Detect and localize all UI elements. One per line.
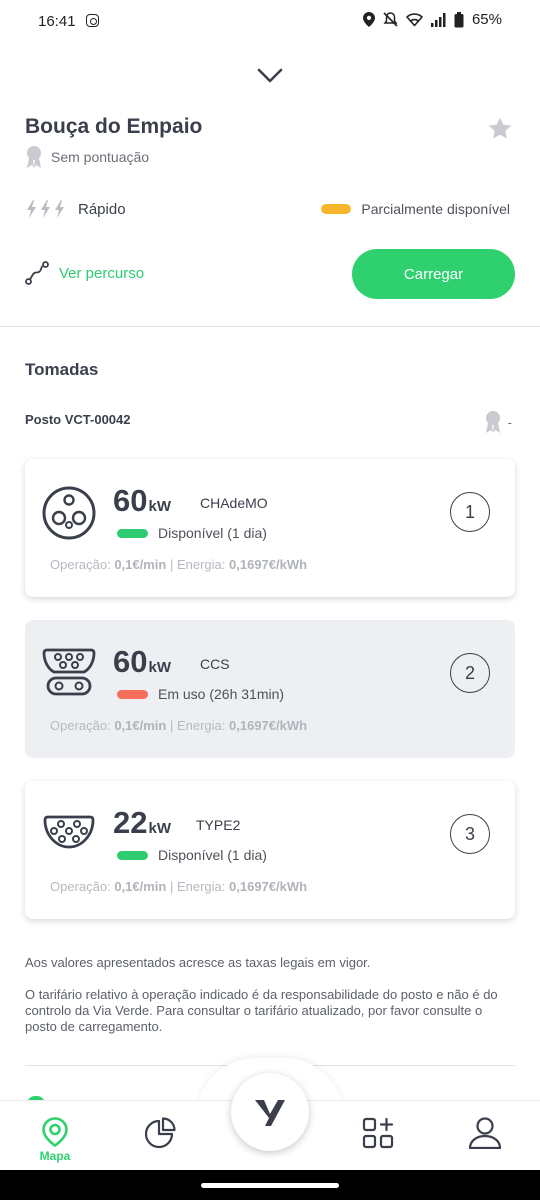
socket-pricing: Operação: 0,1€/min | Energia: 0,1697€/kW… bbox=[50, 718, 308, 733]
map-pin-icon bbox=[42, 1117, 68, 1147]
plug-type: TYPE2 bbox=[196, 817, 241, 833]
socket-number: 3 bbox=[450, 814, 490, 854]
type2-plug-icon bbox=[43, 815, 95, 849]
availability-label: Parcialmente disponível bbox=[361, 201, 510, 217]
energy-price: 0,1697€/kWh bbox=[229, 557, 308, 572]
power-unit: kW bbox=[148, 820, 171, 837]
socket-status: Disponível (1 dia) bbox=[117, 847, 267, 863]
operation-price: 0,1€/min bbox=[114, 718, 167, 733]
nav-map-label: Mapa bbox=[39, 1149, 71, 1163]
chademo-plug-icon bbox=[42, 486, 96, 540]
station-name: Bouça do Empaio bbox=[25, 115, 203, 138]
plug-type: CHAdeMO bbox=[200, 495, 268, 511]
tariff-note: O tarifário relativo à operação indicado… bbox=[25, 987, 498, 1034]
posto-rating-value: - bbox=[507, 414, 512, 430]
home-gesture-pill[interactable] bbox=[201, 1183, 339, 1188]
lightning-bolts-icon bbox=[27, 200, 64, 218]
availability-status: Parcialmente disponível bbox=[321, 201, 510, 217]
route-link-label[interactable]: Ver percurso bbox=[59, 265, 144, 282]
via-verde-home-button[interactable] bbox=[231, 1073, 309, 1151]
nav-item-profile[interactable] bbox=[457, 1117, 513, 1167]
mute-bell-icon bbox=[383, 12, 398, 27]
charging-speed: Rápido bbox=[25, 200, 126, 218]
apps-add-icon bbox=[362, 1117, 394, 1149]
status-text: Disponível (1 dia) bbox=[158, 847, 267, 863]
status-bar: 16:41 65% bbox=[0, 0, 540, 44]
status-icons: 65% bbox=[362, 11, 502, 28]
status-indicator bbox=[117, 689, 148, 699]
power-value: 60 bbox=[113, 644, 148, 679]
award-ribbon-icon bbox=[485, 411, 500, 433]
availability-indicator bbox=[321, 204, 352, 214]
speed-label: Rápido bbox=[78, 200, 126, 218]
status-text: Disponível (1 dia) bbox=[158, 525, 267, 541]
route-icon bbox=[25, 261, 49, 285]
operation-price: 0,1€/min bbox=[114, 879, 167, 894]
signal-icon bbox=[430, 12, 446, 27]
nav-item-services[interactable] bbox=[350, 1117, 406, 1167]
power-value: 22 bbox=[113, 805, 148, 840]
pie-chart-icon bbox=[145, 1117, 176, 1149]
instagram-icon bbox=[86, 14, 99, 27]
via-verde-logo-icon bbox=[255, 1100, 285, 1126]
rating-text: Sem pontuação bbox=[51, 149, 150, 165]
energy-price: 0,1697€/kWh bbox=[229, 879, 308, 894]
user-profile-icon bbox=[468, 1117, 502, 1149]
nav-item-map[interactable]: Mapa bbox=[27, 1117, 83, 1167]
power-unit: kW bbox=[148, 659, 171, 676]
socket-card-3[interactable]: 22 kW TYPE2 Disponível (1 dia) Operação:… bbox=[25, 781, 515, 919]
plug-type: CCS bbox=[200, 656, 230, 672]
power-unit: kW bbox=[148, 498, 171, 515]
ccs-plug-icon bbox=[42, 648, 96, 696]
status-indicator bbox=[117, 850, 148, 860]
socket-power: 60 kW bbox=[113, 644, 171, 680]
wifi-icon bbox=[406, 12, 423, 26]
socket-number: 1 bbox=[450, 492, 490, 532]
power-value: 60 bbox=[113, 483, 148, 518]
chevron-down-icon[interactable] bbox=[257, 68, 283, 84]
sockets-title: Tomadas bbox=[25, 360, 99, 379]
route-link[interactable]: Ver percurso bbox=[25, 261, 144, 285]
favorite-star-icon[interactable] bbox=[487, 116, 513, 142]
posto-rating: - bbox=[484, 410, 512, 434]
socket-number: 2 bbox=[450, 653, 490, 693]
energy-price: 0,1697€/kWh bbox=[229, 718, 308, 733]
battery-percent: 65% bbox=[471, 11, 502, 28]
socket-status: Em uso (26h 31min) bbox=[117, 686, 284, 702]
nav-item-stats[interactable] bbox=[133, 1117, 189, 1167]
socket-card-1[interactable]: 60 kW CHAdeMO Disponível (1 dia) Operaçã… bbox=[25, 459, 515, 597]
socket-pricing: Operação: 0,1€/min | Energia: 0,1697€/kW… bbox=[50, 879, 308, 894]
status-time: 16:41 bbox=[38, 13, 76, 30]
socket-status: Disponível (1 dia) bbox=[117, 525, 267, 541]
status-indicator bbox=[117, 528, 148, 538]
section-divider bbox=[0, 326, 540, 327]
posto-id: Posto VCT-00042 bbox=[25, 412, 131, 427]
socket-pricing: Operação: 0,1€/min | Energia: 0,1697€/kW… bbox=[50, 557, 308, 572]
charge-button[interactable]: Carregar bbox=[352, 249, 515, 299]
taxes-note: Aos valores apresentados acresce as taxa… bbox=[25, 955, 371, 970]
socket-card-2[interactable]: 60 kW CCS Em uso (26h 31min) Operação: 0… bbox=[25, 620, 515, 758]
award-ribbon-icon bbox=[27, 146, 41, 168]
battery-icon bbox=[454, 11, 464, 27]
socket-power: 22 kW bbox=[113, 805, 171, 841]
station-rating: Sem pontuação bbox=[25, 145, 149, 169]
operation-price: 0,1€/min bbox=[114, 557, 167, 572]
socket-power: 60 kW bbox=[113, 483, 171, 519]
status-text: Em uso (26h 31min) bbox=[158, 686, 285, 702]
location-icon bbox=[362, 12, 375, 27]
